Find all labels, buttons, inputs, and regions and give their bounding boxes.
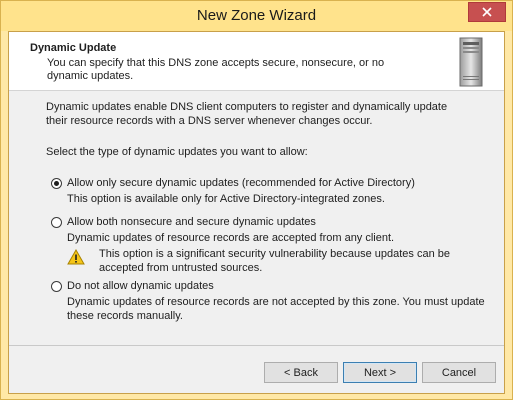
title-bar[interactable]: New Zone Wizard xyxy=(1,1,512,31)
close-button[interactable] xyxy=(468,2,506,22)
prompt-text: Select the type of dynamic updates you w… xyxy=(46,146,308,158)
warning-text: This option is a significant security vu… xyxy=(99,248,450,274)
close-icon xyxy=(482,7,492,17)
option-secure-only-description: This option is available only for Active… xyxy=(67,193,385,205)
footer-divider xyxy=(9,345,504,346)
radio-secure-nonsecure[interactable] xyxy=(51,216,62,228)
next-button[interactable]: Next > xyxy=(343,362,417,383)
wizard-window: New Zone Wizard Dynamic Update You can s… xyxy=(0,0,513,400)
page-description: You can specify that this DNS zone accep… xyxy=(47,57,385,82)
intro-text: Dynamic updates enable DNS client comput… xyxy=(46,101,448,127)
option-no-updates-label[interactable]: Do not allow dynamic updates xyxy=(67,280,214,292)
option-secure-nonsecure-description: Dynamic updates of resource records are … xyxy=(67,232,395,244)
option-no-updates-description: Dynamic updates of resource records are … xyxy=(67,296,485,322)
server-icon xyxy=(459,37,483,87)
radio-no-updates[interactable] xyxy=(51,280,62,292)
back-button[interactable]: < Back xyxy=(264,362,338,383)
page-title: Dynamic Update xyxy=(30,42,117,54)
warning-icon xyxy=(67,249,85,265)
radio-secure-only[interactable] xyxy=(51,177,62,189)
wizard-client-area: Dynamic Update You can specify that this… xyxy=(8,31,505,394)
wizard-content: Dynamic updates enable DNS client comput… xyxy=(9,91,504,331)
option-secure-only[interactable]: Allow only secure dynamic updates (recom… xyxy=(51,177,415,189)
wizard-header: Dynamic Update You can specify that this… xyxy=(9,32,504,91)
option-secure-nonsecure[interactable]: Allow both nonsecure and secure dynamic … xyxy=(51,216,316,228)
option-secure-nonsecure-label[interactable]: Allow both nonsecure and secure dynamic … xyxy=(67,216,316,228)
option-no-updates[interactable]: Do not allow dynamic updates xyxy=(51,280,214,292)
option-secure-only-label[interactable]: Allow only secure dynamic updates (recom… xyxy=(67,177,415,189)
window-title: New Zone Wizard xyxy=(196,7,317,24)
cancel-button[interactable]: Cancel xyxy=(422,362,496,383)
